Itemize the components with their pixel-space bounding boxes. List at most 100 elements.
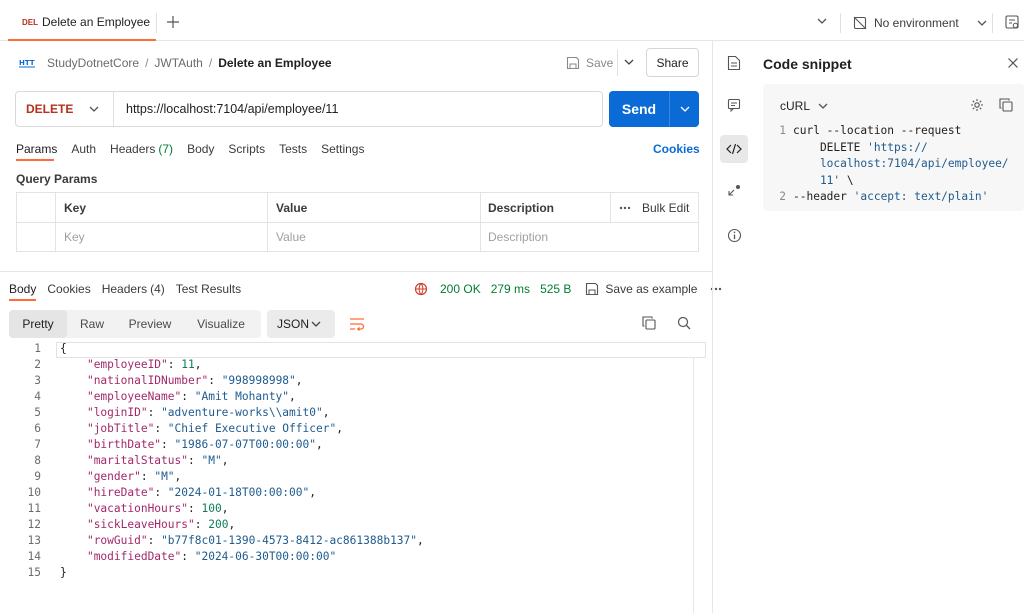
send-options-chevron-icon[interactable]: [680, 106, 690, 113]
snippet-line-number: 1: [779, 124, 786, 137]
breadcrumb-collection[interactable]: StudyDotnetCore: [47, 56, 139, 70]
code-text: }: [60, 566, 67, 579]
tab-tests[interactable]: Tests: [279, 142, 307, 156]
more-options-icon[interactable]: [619, 193, 631, 222]
save-button[interactable]: Save: [566, 54, 613, 72]
cookies-link[interactable]: Cookies: [653, 142, 700, 156]
info-icon[interactable]: [727, 228, 742, 243]
network-globe-icon[interactable]: [414, 282, 428, 296]
snippet-language-select[interactable]: cURL: [780, 99, 828, 113]
code-snippet-icon[interactable]: [720, 135, 748, 163]
snippet-code[interactable]: 1 curl --location --request DELETE 'https…: [763, 124, 1024, 204]
bulk-edit-button[interactable]: Bulk Edit: [642, 193, 689, 222]
tab-params[interactable]: Params: [16, 142, 57, 156]
snippet-line: 2 --header 'accept: text/plain': [763, 190, 988, 203]
save-icon: [566, 56, 580, 70]
save-example-icon: [585, 282, 599, 296]
wrap-lines-icon[interactable]: [344, 313, 370, 335]
code-text: "employeeName": "Amit Mohanty",: [86, 390, 296, 403]
response-body-viewer[interactable]: 1{2 "employeeID": 11, 3 "nationalIDNumber…: [0, 342, 700, 602]
view-pretty[interactable]: Pretty: [9, 310, 67, 338]
breadcrumb-folder[interactable]: JWTAuth: [154, 56, 202, 70]
json-key: "sickLeaveHours": [86, 518, 195, 531]
view-mode-selector: Pretty Raw Preview Visualize: [9, 310, 261, 338]
param-value-input[interactable]: Value: [276, 222, 306, 251]
json-key: "birthDate": [86, 438, 162, 451]
tab-headers[interactable]: Headers: [110, 142, 155, 156]
snippet-line-text: DELETE 'https://: [793, 140, 928, 154]
code-text: "sickLeaveHours": 200,: [86, 518, 236, 531]
view-raw[interactable]: Raw: [67, 310, 117, 338]
json-value: "M": [201, 454, 222, 467]
code-text: "gender": "M",: [86, 470, 182, 483]
breadcrumb-request[interactable]: Delete an Employee: [218, 56, 331, 70]
snippet-copy-icon[interactable]: [999, 98, 1013, 112]
response-tab-body[interactable]: Body: [9, 282, 36, 296]
environment-selector[interactable]: No environment: [853, 15, 987, 31]
request-tab[interactable]: DEL Delete an Employee: [8, 5, 156, 41]
pane-divider[interactable]: [0, 271, 712, 272]
tab-divider: [156, 13, 157, 33]
json-value: "Chief Executive Officer": [167, 422, 337, 435]
send-divider: [669, 91, 670, 127]
format-chevron-icon: [311, 321, 321, 328]
param-description-input[interactable]: Description: [488, 222, 548, 251]
method-select[interactable]: DELETE: [16, 92, 114, 126]
tab-settings[interactable]: Settings: [321, 142, 364, 156]
snippet-line-number: [763, 174, 793, 187]
save-options-chevron-icon[interactable]: [624, 59, 634, 66]
environment-quicklook-icon[interactable]: [1005, 15, 1020, 30]
code-line: 2 "employeeID": 11,: [0, 358, 201, 374]
url-input[interactable]: https://localhost:7104/api/employee/11: [114, 102, 338, 116]
json-key: "gender": [86, 470, 141, 483]
response-tab-test-results[interactable]: Test Results: [176, 282, 241, 296]
format-select[interactable]: JSON: [267, 310, 335, 338]
tab-title: Delete an Employee: [42, 15, 151, 29]
code-text: "nationalIDNumber": "998998998",: [86, 374, 303, 387]
new-tab-icon[interactable]: [166, 15, 180, 29]
line-number: 14: [27, 550, 41, 563]
code-text: {: [60, 342, 67, 355]
response-tab-headers[interactable]: Headers: [102, 282, 147, 296]
send-button[interactable]: Send: [609, 91, 699, 127]
response-tab-cookies[interactable]: Cookies: [47, 282, 90, 296]
snippet-language-chevron-icon: [818, 103, 828, 110]
right-panel-divider[interactable]: [712, 41, 713, 613]
view-preview[interactable]: Preview: [117, 310, 183, 338]
status-code[interactable]: 200 OK: [440, 282, 481, 296]
save-as-example-button[interactable]: Save as example: [605, 282, 697, 296]
response-time[interactable]: 279 ms: [491, 282, 530, 296]
query-params-title: Query Params: [16, 172, 98, 186]
search-icon[interactable]: [677, 316, 691, 330]
param-key-input[interactable]: Key: [64, 222, 85, 251]
snippet-line: 11' \: [763, 174, 854, 187]
share-button[interactable]: Share: [646, 48, 699, 77]
view-visualize[interactable]: Visualize: [183, 310, 259, 338]
line-number: 5: [34, 406, 41, 419]
column-header-value: Value: [276, 200, 308, 215]
json-key: "hireDate": [86, 486, 155, 499]
tab-scripts[interactable]: Scripts: [228, 142, 265, 156]
response-size[interactable]: 525 B: [540, 282, 571, 296]
copy-icon[interactable]: [642, 316, 656, 330]
json-key: "employeeID": [86, 358, 168, 371]
json-key: "modifiedDate": [86, 550, 182, 563]
query-params-table: Key Value Description Bulk Edit Key Valu…: [16, 192, 699, 252]
tab-auth[interactable]: Auth: [71, 142, 96, 156]
json-value: 11: [181, 358, 195, 371]
line-number: 7: [34, 438, 41, 451]
code-line: 8 "maritalStatus": "M",: [0, 454, 228, 470]
method-label: DELETE: [26, 102, 74, 116]
env-divider: [840, 13, 841, 33]
line-number: 15: [27, 566, 41, 579]
close-icon[interactable]: [1007, 57, 1019, 69]
tab-body[interactable]: Body: [187, 142, 214, 156]
snippet-settings-icon[interactable]: [970, 98, 984, 112]
documentation-icon[interactable]: [727, 55, 741, 71]
tabs-menu-chevron-icon[interactable]: [817, 18, 827, 25]
related-collections-icon[interactable]: [727, 183, 743, 197]
snippet-line: DELETE 'https://: [763, 141, 928, 154]
comments-icon[interactable]: [727, 98, 741, 112]
code-text: "hireDate": "2024-01-18T00:00:00",: [86, 486, 316, 499]
code-line: 10 "hireDate": "2024-01-18T00:00:00",: [0, 486, 316, 502]
